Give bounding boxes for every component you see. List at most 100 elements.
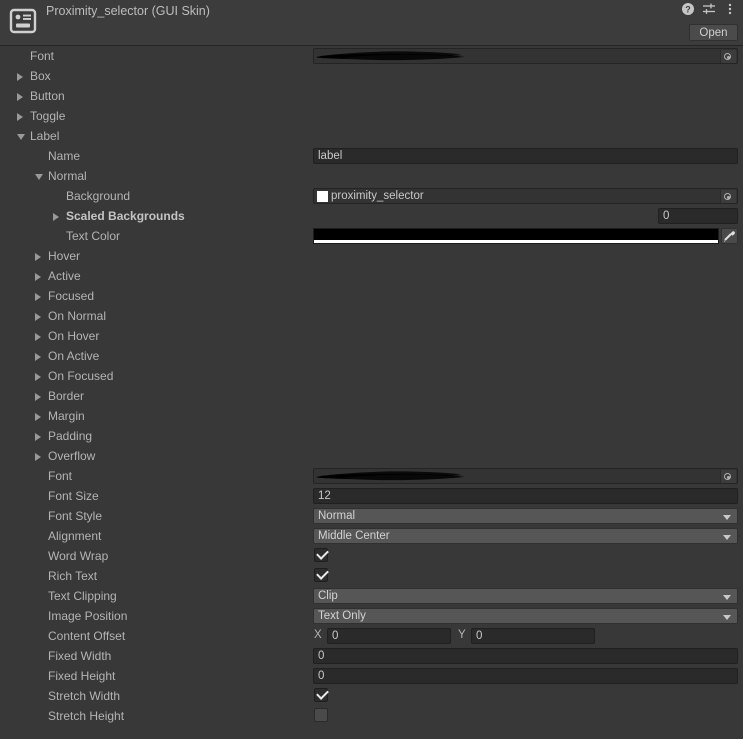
fixed-width-input[interactable]: 0 [313, 648, 738, 664]
stretch-height-checkbox[interactable] [314, 708, 328, 722]
background-thumbnail-icon [317, 191, 328, 202]
image-position-dropdown-value: Text Only [318, 610, 366, 622]
text-color-color-swatch[interactable] [313, 228, 719, 244]
property-row-toggle: Toggle [0, 106, 743, 126]
property-label-on-focused: On Focused [48, 369, 114, 383]
fixed-height-input[interactable]: 0 [313, 668, 738, 684]
name-input[interactable]: label [313, 148, 738, 164]
property-label-on-active: On Active [48, 349, 100, 363]
property-label-font: Font [30, 49, 55, 63]
font-object-field[interactable] [313, 48, 738, 64]
property-label-border: Border [48, 389, 85, 403]
property-row-margin: Margin [0, 406, 743, 426]
foldout-collapsed-icon-padding[interactable] [35, 433, 41, 441]
word-wrap-checkbox[interactable] [314, 547, 329, 562]
font-size-input[interactable]: 12 [313, 488, 738, 504]
foldout-collapsed-icon-margin[interactable] [35, 413, 41, 421]
foldout-collapsed-icon-on-normal[interactable] [35, 313, 41, 321]
property-row-on-active: On Active [0, 346, 743, 366]
foldout-collapsed-icon-on-focused[interactable] [35, 373, 41, 381]
property-row-box: Box [0, 66, 743, 86]
property-label-image-position: Image Position [48, 609, 128, 623]
settings-sliders-icon[interactable] [702, 2, 716, 16]
open-button[interactable]: Open [689, 24, 738, 41]
property-row-image-position: Image Position Text Only [0, 606, 743, 626]
property-label-background: Background [66, 189, 131, 203]
foldout-collapsed-icon-on-active[interactable] [35, 353, 41, 361]
stretch-width-checkbox[interactable] [314, 687, 329, 702]
foldout-collapsed-icon-toggle[interactable] [17, 113, 23, 121]
property-row-name: Name label [0, 146, 743, 166]
property-label-normal: Normal [48, 169, 87, 183]
property-label-active: Active [48, 269, 81, 283]
property-row-background: Background proximity_selector [0, 186, 743, 206]
property-label-alignment: Alignment [48, 529, 102, 543]
property-label-font: Font [48, 469, 73, 483]
svg-text:?: ? [685, 5, 691, 15]
property-label-scaled-backgrounds: Scaled Backgrounds [66, 209, 185, 223]
gui-skin-asset-icon [8, 6, 38, 36]
foldout-collapsed-icon-button[interactable] [17, 93, 23, 101]
foldout-expanded-icon-normal[interactable] [35, 174, 43, 180]
property-label-overflow: Overflow [48, 449, 96, 463]
header-icon-group: ? [681, 2, 737, 16]
font-style-dropdown[interactable]: Normal [313, 508, 738, 524]
alignment-dropdown[interactable]: Middle Center [313, 528, 738, 544]
check-icon [316, 687, 329, 700]
text-clipping-dropdown[interactable]: Clip [313, 588, 738, 604]
font-style-dropdown-value: Normal [318, 510, 356, 522]
rich-text-checkbox[interactable] [314, 567, 329, 582]
property-label-padding: Padding [48, 429, 93, 443]
foldout-expanded-icon-label[interactable] [17, 134, 25, 140]
property-row-overflow: Overflow [0, 446, 743, 466]
background-object-picker-icon[interactable] [720, 190, 736, 203]
font-object-picker-icon[interactable] [720, 50, 736, 63]
foldout-collapsed-icon-box[interactable] [17, 73, 23, 81]
foldout-collapsed-icon-on-hover[interactable] [35, 333, 41, 341]
foldout-collapsed-icon-scaled-backgrounds[interactable] [53, 213, 59, 221]
kebab-menu-icon[interactable] [723, 2, 737, 16]
property-label-fixed-width: Fixed Width [48, 649, 112, 663]
help-icon[interactable]: ? [681, 2, 695, 16]
property-label-stretch-width: Stretch Width [48, 689, 121, 703]
property-row-hover: Hover [0, 246, 743, 266]
property-label-name: Name [48, 149, 81, 163]
property-row-stretch-height: Stretch Height [0, 706, 743, 726]
property-row-on-focused: On Focused [0, 366, 743, 386]
foldout-collapsed-icon-focused[interactable] [35, 293, 41, 301]
image-position-dropdown[interactable]: Text Only [313, 608, 738, 624]
eyedropper-icon[interactable] [721, 228, 738, 244]
foldout-collapsed-icon-overflow[interactable] [35, 453, 41, 461]
property-row-active: Active [0, 266, 743, 286]
property-label-text-clipping: Text Clipping [48, 589, 117, 603]
property-label-rich-text: Rich Text [48, 569, 98, 583]
content-offset-y-input[interactable]: 0 [471, 628, 595, 644]
property-label-on-normal: On Normal [48, 309, 107, 323]
text-color-alpha-bar [314, 240, 718, 243]
property-row-text-clipping: Text Clipping Clip [0, 586, 743, 606]
scaled-backgrounds-size-input[interactable]: 0 [658, 208, 738, 224]
foldout-collapsed-icon-border[interactable] [35, 393, 41, 401]
property-row-text-color: Text Color [0, 226, 743, 246]
content-offset-x-label: X [314, 629, 322, 641]
font-object-field[interactable] [313, 468, 738, 484]
chevron-down-icon [723, 615, 731, 620]
font-object-picker-icon[interactable] [720, 470, 736, 483]
property-label-content-offset: Content Offset [48, 629, 126, 643]
foldout-collapsed-icon-active[interactable] [35, 273, 41, 281]
background-object-field[interactable]: proximity_selector [313, 188, 738, 204]
page-title: Proximity_selector (GUI Skin) [46, 4, 210, 18]
property-row-border: Border [0, 386, 743, 406]
foldout-collapsed-icon-hover[interactable] [35, 253, 41, 261]
property-label-word-wrap: Word Wrap [48, 549, 109, 563]
property-row-on-normal: On Normal [0, 306, 743, 326]
property-label-label: Label [30, 129, 60, 143]
property-label-button: Button [30, 89, 65, 103]
chevron-down-icon [723, 595, 731, 600]
property-label-font-style: Font Style [48, 509, 103, 523]
property-row-normal: Normal [0, 166, 743, 186]
property-row-label: Label [0, 126, 743, 146]
font-redaction-scribble [315, 51, 466, 61]
content-offset-x-input[interactable]: 0 [327, 628, 451, 644]
font-redaction-scribble [315, 471, 466, 481]
